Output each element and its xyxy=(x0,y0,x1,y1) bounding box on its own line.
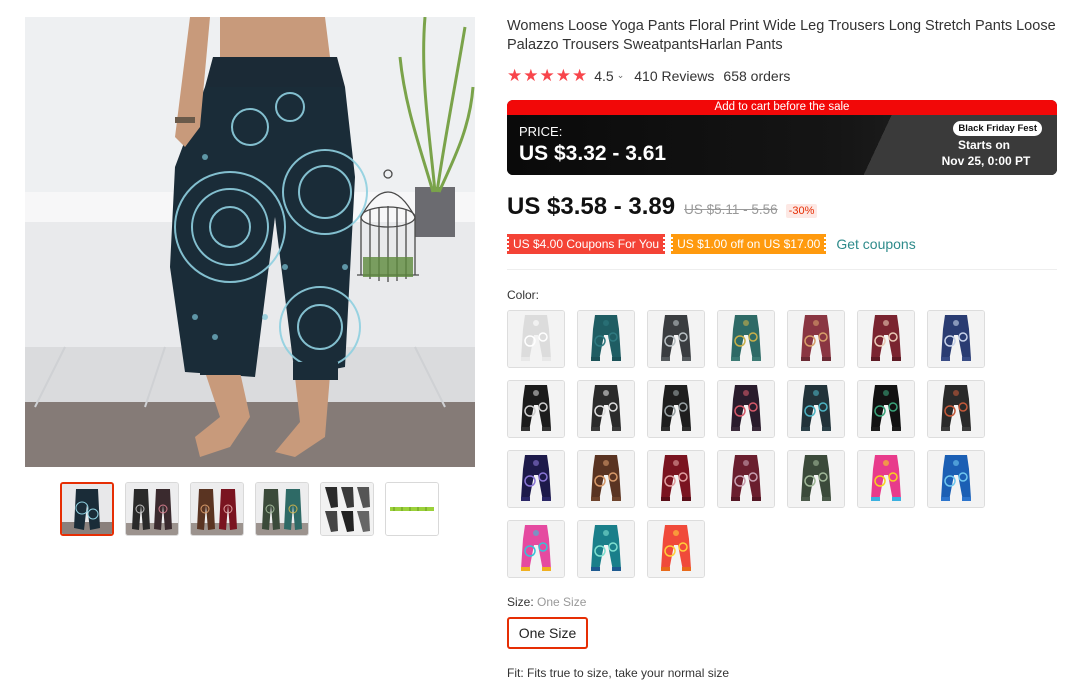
color-swatch-12[interactable] xyxy=(787,380,845,438)
sale-banner-body: PRICE: US $3.32 - 3.61 Black Friday Fest… xyxy=(507,115,1057,175)
sale-price-label: PRICE: xyxy=(519,124,563,139)
get-coupons-link[interactable]: Get coupons xyxy=(836,236,915,252)
star-icon: ★ xyxy=(539,66,555,85)
size-label-text: Size: xyxy=(507,595,538,609)
color-swatch-10[interactable] xyxy=(647,380,705,438)
current-price: US $3.58 - 3.89 xyxy=(507,193,676,220)
fit-info: Fit: Fits true to size, take your normal… xyxy=(507,666,730,680)
color-swatch-22[interactable] xyxy=(507,520,565,578)
thumbnail-1[interactable] xyxy=(60,482,114,536)
thumbnail-5[interactable] xyxy=(320,482,374,536)
color-swatch-5[interactable] xyxy=(787,310,845,368)
sale-start-date: Nov 25, 0:00 PT xyxy=(941,154,1031,168)
color-swatch-8[interactable] xyxy=(507,380,565,438)
color-swatch-20[interactable] xyxy=(857,450,915,508)
thumbnail-6[interactable] xyxy=(385,482,439,536)
chevron-down-icon[interactable]: ⌄ xyxy=(617,70,625,81)
color-swatches xyxy=(507,310,997,578)
reviews-link[interactable]: 410 Reviews xyxy=(634,68,714,84)
color-swatch-6[interactable] xyxy=(857,310,915,368)
color-swatch-7[interactable] xyxy=(927,310,985,368)
color-swatch-2[interactable] xyxy=(577,310,635,368)
color-swatch-17[interactable] xyxy=(647,450,705,508)
sale-starts-label: Starts on xyxy=(957,138,1010,152)
color-label: Color: xyxy=(507,288,540,302)
color-swatch-11[interactable] xyxy=(717,380,775,438)
color-swatch-19[interactable] xyxy=(787,450,845,508)
coupon-row: US $4.00 Coupons For You US $1.00 off on… xyxy=(507,234,916,254)
color-swatch-23[interactable] xyxy=(577,520,635,578)
main-product-image[interactable] xyxy=(25,17,475,467)
color-swatch-24[interactable] xyxy=(647,520,705,578)
event-badge: Black Friday Fest xyxy=(953,121,1042,136)
rating-value[interactable]: 4.5 xyxy=(594,68,613,84)
star-icon: ★ xyxy=(507,66,523,85)
thumbnail-2[interactable] xyxy=(125,482,179,536)
discount-badge: -30% xyxy=(785,204,818,218)
thumbnail-3[interactable] xyxy=(190,482,244,536)
color-swatch-1[interactable] xyxy=(507,310,565,368)
color-swatch-13[interactable] xyxy=(857,380,915,438)
thumbnail-strip xyxy=(60,482,439,536)
size-label: Size: One Size xyxy=(507,595,586,609)
star-half-icon: ★ xyxy=(572,66,588,85)
color-swatch-4[interactable] xyxy=(717,310,775,368)
color-swatch-3[interactable] xyxy=(647,310,705,368)
color-swatch-18[interactable] xyxy=(717,450,775,508)
coupon-store[interactable]: US $4.00 Coupons For You xyxy=(507,234,666,254)
color-swatch-15[interactable] xyxy=(507,450,565,508)
color-swatch-9[interactable] xyxy=(577,380,635,438)
divider xyxy=(507,269,1057,270)
sale-price-range: US $3.32 - 3.61 xyxy=(519,142,667,165)
color-swatch-14[interactable] xyxy=(927,380,985,438)
coupon-select[interactable]: US $1.00 off on US $17.00 xyxy=(671,234,827,254)
product-title: Womens Loose Yoga Pants Floral Print Wid… xyxy=(507,18,1056,53)
star-icon: ★ xyxy=(555,66,571,85)
price-row: US $3.58 - 3.89 US $5.11 - 5.56 -30% xyxy=(507,193,818,221)
orders-count: 658 orders xyxy=(723,67,791,84)
star-rating: ★ ★ ★ ★ ★ xyxy=(507,67,587,84)
color-swatch-16[interactable] xyxy=(577,450,635,508)
thumbnail-4[interactable] xyxy=(255,482,309,536)
size-selected-value: One Size xyxy=(537,595,587,609)
original-price: US $5.11 - 5.56 xyxy=(684,202,778,217)
sale-banner: Add to cart before the sale PRICE: US $3… xyxy=(507,100,1057,175)
rating-row: ★ ★ ★ ★ ★ 4.5 ⌄ 410 Reviews 658 orders xyxy=(507,67,790,84)
star-icon: ★ xyxy=(523,66,539,85)
size-option-one-size[interactable]: One Size xyxy=(507,617,588,649)
sale-banner-header: Add to cart before the sale xyxy=(507,100,1057,115)
color-swatch-21[interactable] xyxy=(927,450,985,508)
